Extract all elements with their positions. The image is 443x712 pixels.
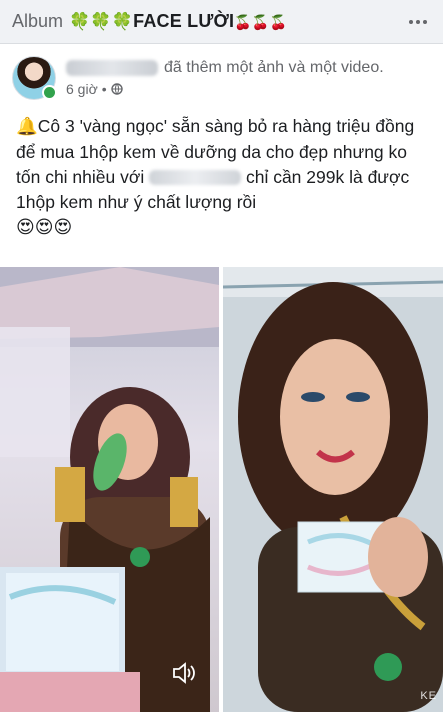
avatar-container[interactable] (12, 56, 57, 100)
video-illustration (0, 267, 219, 712)
post-media: KE (0, 267, 443, 712)
speaker-icon[interactable] (170, 660, 196, 686)
heart-eyes-emoji: 😍😍😍 (16, 217, 73, 238)
blurred-brand-name (149, 170, 242, 185)
post-action-text: đã thêm một ảnh và một video. (164, 59, 384, 76)
post-meta: đã thêm một ảnh và một video. 6 giờ • (66, 56, 384, 100)
video-watermark: KE (420, 690, 437, 702)
more-dots-icon[interactable] (407, 12, 429, 32)
post-author-line: đã thêm một ảnh và một video. (66, 59, 384, 77)
photo-thumbnail[interactable]: KE (223, 267, 443, 712)
globe-icon[interactable] (110, 83, 123, 95)
post-time[interactable]: 6 giờ (66, 81, 98, 97)
album-title-text: FACE LƯỜI (133, 11, 235, 31)
video-thumbnail[interactable] (0, 267, 219, 712)
post-body: 🔔Cô 3 'vàng ngọc' sẵn sàng bỏ ra hàng tr… (0, 100, 443, 240)
post-subline: 6 giờ • (66, 81, 384, 97)
photo-illustration (223, 267, 443, 712)
online-status-dot (42, 85, 57, 100)
top-bar: Album 🍀🍀🍀FACE LƯỜI🍒🍒🍒 (0, 0, 443, 44)
bell-emoji: 🔔 (16, 117, 38, 137)
separator-dot: • (101, 81, 107, 97)
blurred-author-name[interactable] (66, 60, 158, 76)
cherry-emoji: 🍒🍒🍒 (234, 15, 288, 31)
album-label[interactable]: Album (12, 11, 63, 32)
album-title[interactable]: 🍀🍀🍀FACE LƯỜI🍒🍒🍒 (69, 11, 287, 32)
post-header: đã thêm một ảnh và một video. 6 giờ • (0, 44, 443, 100)
clover-emoji: 🍀🍀🍀 (69, 12, 134, 32)
